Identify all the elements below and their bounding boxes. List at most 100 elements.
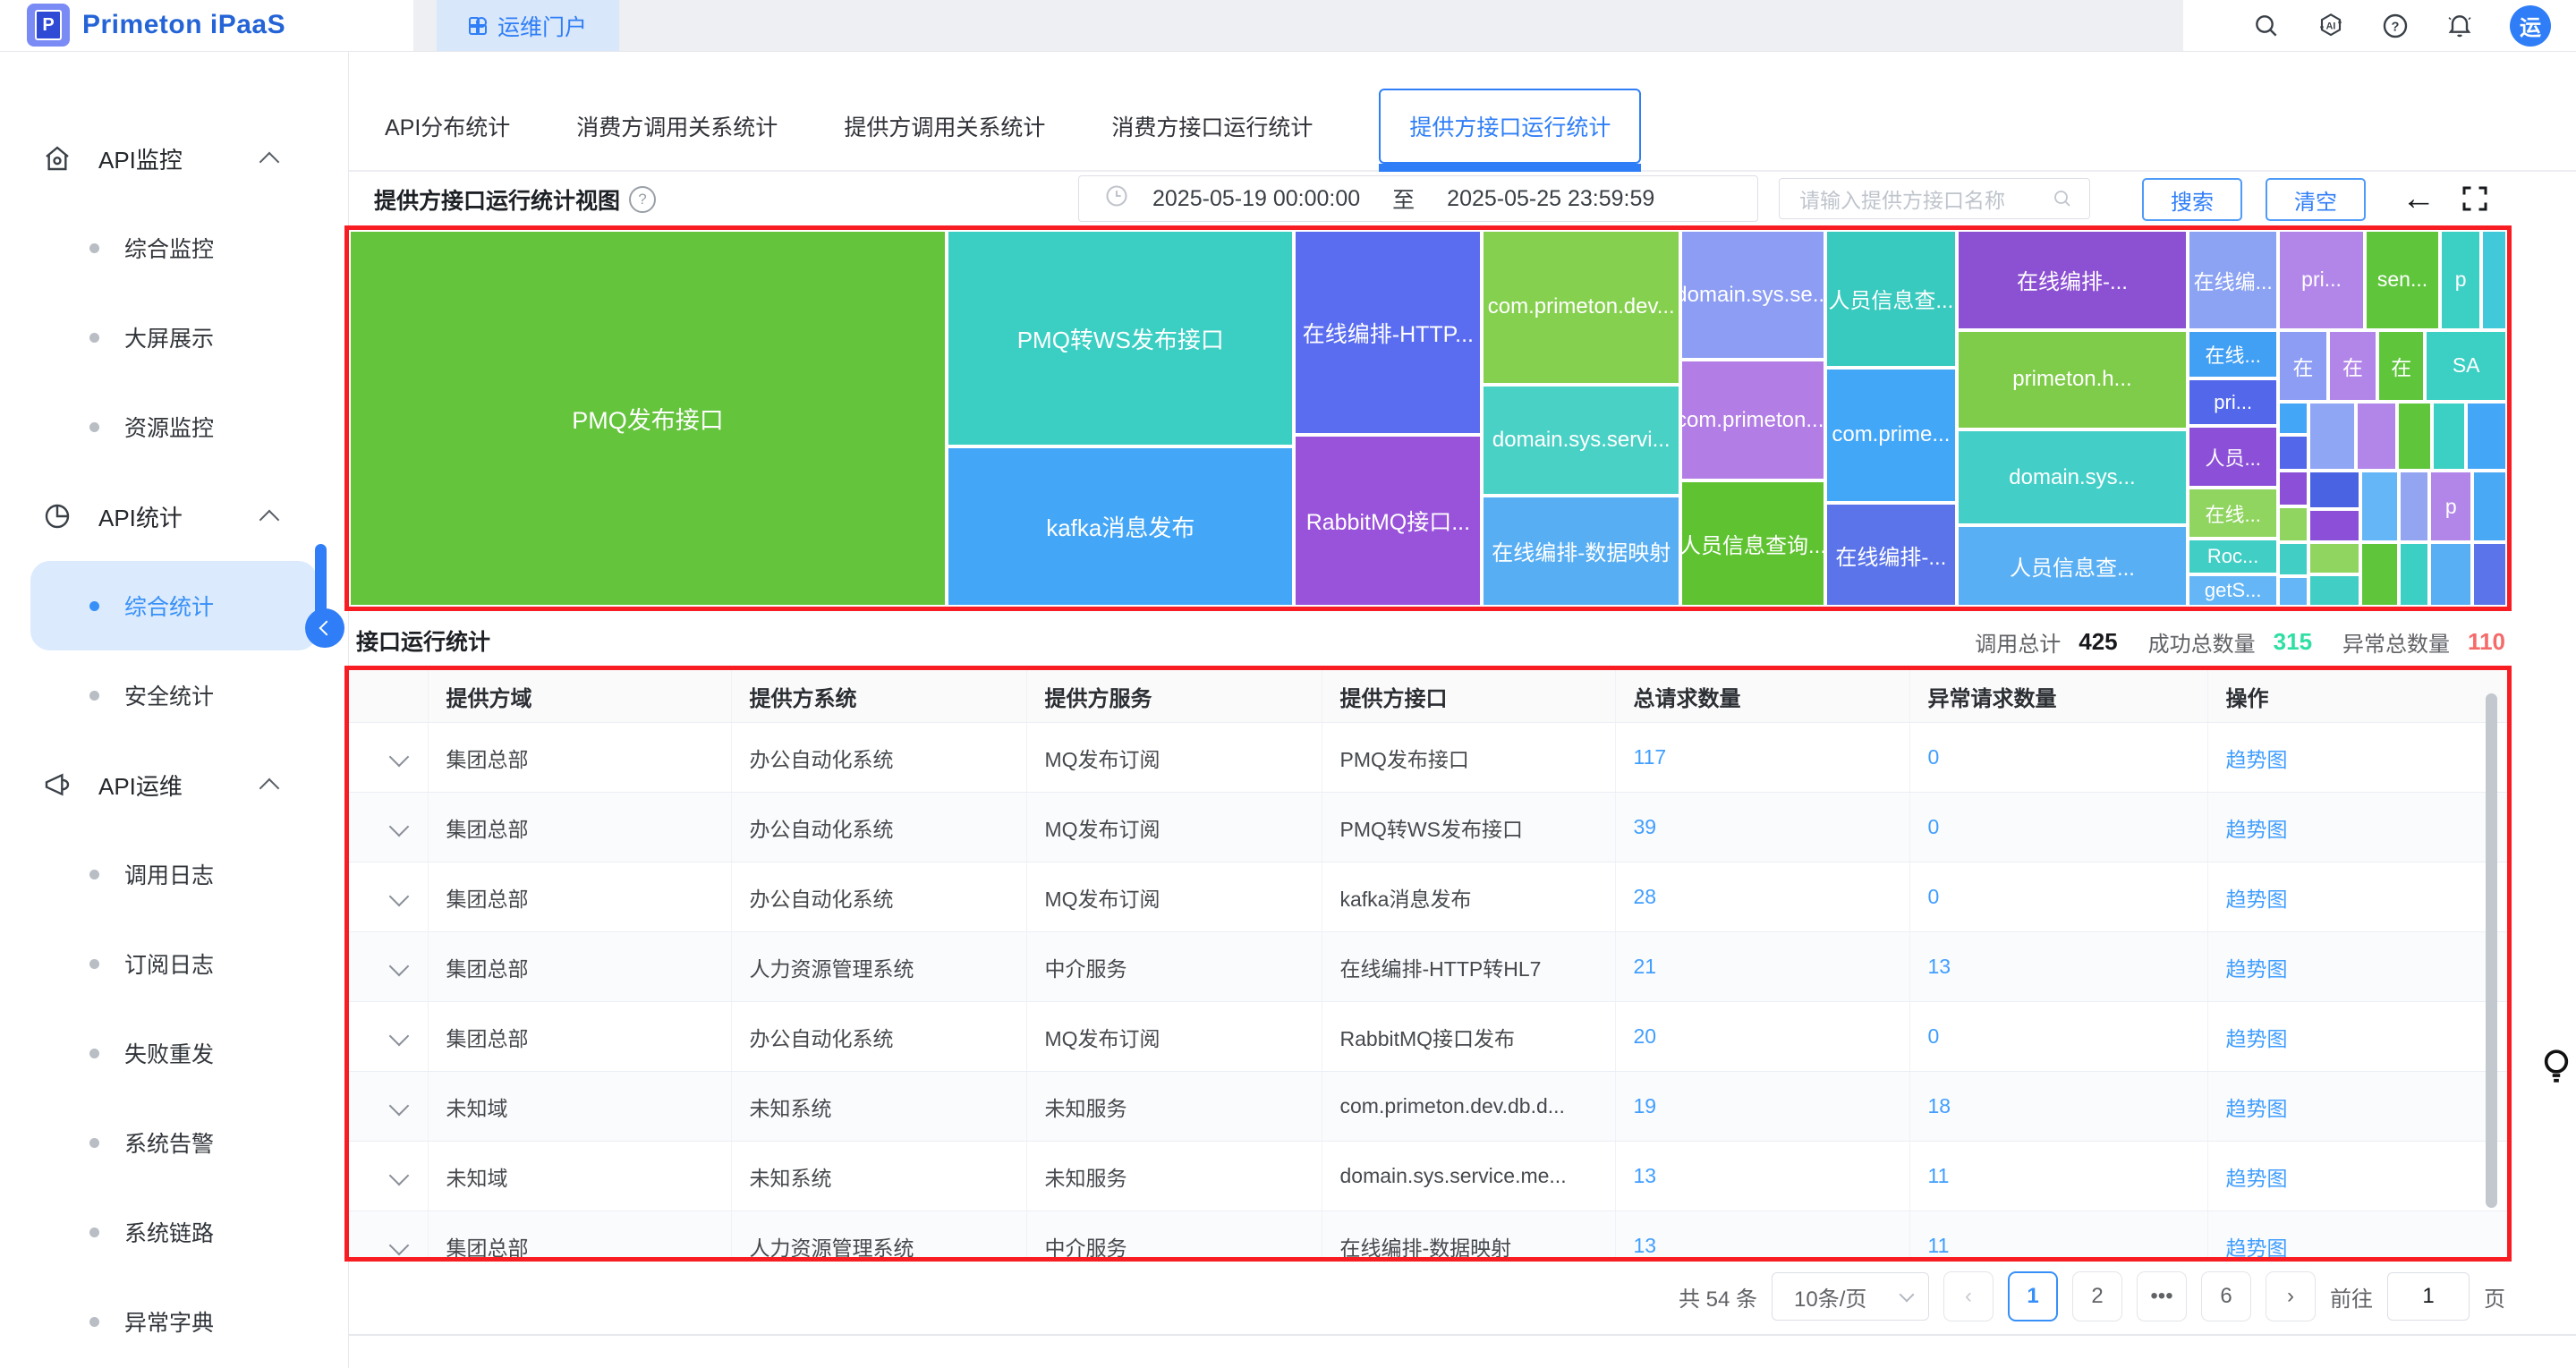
sidebar-item-系统告警[interactable]: 系统告警 <box>30 1098 318 1187</box>
cell-total-requests[interactable]: 13 <box>1615 1211 1909 1262</box>
trend-chart-link[interactable]: 趋势图 <box>2226 957 2288 981</box>
search-icon[interactable] <box>2252 12 2281 40</box>
treemap-block[interactable] <box>2399 542 2429 607</box>
trend-chart-link[interactable]: 趋势图 <box>2226 748 2288 771</box>
help-icon[interactable]: ? <box>2381 12 2410 40</box>
treemap-block-人员信息查...[interactable]: 人员信息查... <box>1957 525 2188 607</box>
treemap-block[interactable] <box>2432 402 2467 472</box>
row-expand-icon[interactable] <box>389 1166 410 1186</box>
treemap-block[interactable] <box>2278 435 2308 471</box>
treemap-block-pri...[interactable]: pri... <box>2278 230 2364 330</box>
ai-assistant-icon[interactable]: AI <box>2317 12 2345 40</box>
sidebar-item-订阅日志[interactable]: 订阅日志 <box>30 919 318 1008</box>
treemap-block-com.prime...[interactable]: com.prime... <box>1825 368 1957 504</box>
cell-error-requests[interactable]: 0 <box>1909 862 2207 932</box>
cell-total-requests[interactable]: 20 <box>1615 1002 1909 1072</box>
treemap-block[interactable] <box>2429 542 2472 607</box>
treemap-block-domain.sys.se...[interactable]: domain.sys.se... <box>1680 230 1825 360</box>
sidebar-item-失败重发[interactable]: 失败重发 <box>30 1008 318 1098</box>
treemap-block-在线编排-...[interactable]: 在线编排-... <box>1825 503 1957 607</box>
treemap-block-kafka消息发布[interactable]: kafka消息发布 <box>947 446 1294 607</box>
bell-icon[interactable] <box>2445 12 2474 40</box>
treemap-block[interactable] <box>2397 402 2432 472</box>
sidebar-collapse-handle[interactable] <box>305 608 344 648</box>
treemap-block-domain.sys...[interactable]: domain.sys... <box>1957 429 2188 525</box>
treemap-block[interactable] <box>2360 542 2399 607</box>
trend-chart-link[interactable]: 趋势图 <box>2226 1097 2288 1120</box>
tab-提供方接口运行统计[interactable]: 提供方接口运行统计 <box>1379 89 1641 164</box>
cell-error-requests[interactable]: 0 <box>1909 1002 2207 1072</box>
cell-total-requests[interactable]: 28 <box>1615 862 1909 932</box>
treemap-block-com.primeton.dev...[interactable]: com.primeton.dev... <box>1482 230 1680 385</box>
treemap-block-sen...[interactable]: sen... <box>2365 230 2440 330</box>
sidebar-item-大屏展示[interactable]: 大屏展示 <box>30 293 318 382</box>
cell-total-requests[interactable]: 39 <box>1615 793 1909 862</box>
prev-page-button[interactable]: ‹ <box>1943 1271 1994 1321</box>
treemap-block-在线编...[interactable]: 在线编... <box>2188 230 2278 330</box>
lightbulb-icon[interactable] <box>2541 1047 2572 1092</box>
tab-提供方调用关系统计[interactable]: 提供方调用关系统计 <box>844 90 1045 162</box>
cell-error-requests[interactable]: 11 <box>1909 1142 2207 1211</box>
row-expand-icon[interactable] <box>389 817 410 837</box>
treemap-block[interactable] <box>2278 506 2308 542</box>
treemap-block-domain.sys.servi...[interactable]: domain.sys.servi... <box>1482 385 1680 496</box>
treemap-block-pri...[interactable]: pri... <box>2188 378 2278 426</box>
cell-error-requests[interactable]: 11 <box>1909 1211 2207 1262</box>
treemap-block-p[interactable]: p <box>2429 471 2472 542</box>
page-button-2[interactable]: 2 <box>2072 1271 2122 1321</box>
help-circle-icon[interactable]: ? <box>629 186 656 213</box>
treemap-block[interactable] <box>2308 471 2360 508</box>
date-start-value[interactable]: 2025-05-19 00:00:00 <box>1152 186 1360 212</box>
treemap-block-人员...[interactable]: 人员... <box>2188 426 2278 488</box>
date-range-picker[interactable]: 2025-05-19 00:00:00 至 2025-05-25 23:59:5… <box>1078 175 1758 222</box>
treemap-block-人员信息查询...[interactable]: 人员信息查询... <box>1680 480 1825 607</box>
treemap-block-SA[interactable]: SA <box>2425 330 2507 402</box>
treemap-block-PMQ发布接口[interactable]: PMQ发布接口 <box>349 230 947 607</box>
treemap-block[interactable] <box>2472 471 2507 542</box>
treemap-block[interactable] <box>2278 542 2308 576</box>
cell-error-requests[interactable]: 0 <box>1909 723 2207 793</box>
cell-total-requests[interactable]: 21 <box>1615 932 1909 1002</box>
treemap-block[interactable] <box>2481 230 2507 330</box>
treemap-block-在[interactable]: 在 <box>2278 330 2327 402</box>
treemap-block[interactable] <box>2356 402 2397 472</box>
treemap-block-在线编排-...[interactable]: 在线编排-... <box>1957 230 2188 330</box>
cell-error-requests[interactable]: 0 <box>1909 793 2207 862</box>
treemap-block[interactable] <box>2278 402 2308 436</box>
sidebar-section-API监控[interactable]: API监控 <box>0 114 348 203</box>
tab-API分布统计[interactable]: API分布统计 <box>385 90 510 162</box>
goto-page-input[interactable]: 1 <box>2387 1272 2470 1321</box>
clear-button[interactable]: 清空 <box>2266 178 2366 221</box>
next-page-button[interactable]: › <box>2266 1271 2316 1321</box>
treemap-block[interactable] <box>2399 471 2429 542</box>
trend-chart-link[interactable]: 趋势图 <box>2226 888 2288 911</box>
treemap-block[interactable] <box>2308 509 2360 543</box>
row-expand-icon[interactable] <box>389 887 410 907</box>
sidebar-item-综合监控[interactable]: 综合监控 <box>30 203 318 293</box>
fullscreen-icon[interactable] <box>2459 183 2491 215</box>
row-expand-icon[interactable] <box>389 1096 410 1117</box>
treemap-block-在线...[interactable]: 在线... <box>2188 330 2278 379</box>
sidebar-item-系统链路[interactable]: 系统链路 <box>30 1187 318 1277</box>
trend-chart-link[interactable]: 趋势图 <box>2226 1167 2288 1190</box>
treemap-block-在线...[interactable]: 在线... <box>2188 488 2278 539</box>
page-button-6[interactable]: 6 <box>2201 1271 2251 1321</box>
treemap-block-getS...[interactable]: getS... <box>2188 574 2278 607</box>
treemap-block-primeton.h...[interactable]: primeton.h... <box>1957 330 2188 430</box>
treemap-block-在[interactable]: 在 <box>2377 330 2425 402</box>
treemap-block[interactable] <box>2360 471 2399 542</box>
sidebar-item-调用日志[interactable]: 调用日志 <box>30 829 318 919</box>
treemap-block-PMQ转WS发布接口[interactable]: PMQ转WS发布接口 <box>947 230 1294 446</box>
treemap-block[interactable] <box>2278 576 2308 607</box>
sidebar-item-资源监控[interactable]: 资源监控 <box>30 382 318 472</box>
treemap-block-在[interactable]: 在 <box>2328 330 2377 402</box>
page-button-1[interactable]: 1 <box>2008 1271 2058 1321</box>
row-expand-icon[interactable] <box>389 1236 410 1256</box>
trend-chart-link[interactable]: 趋势图 <box>2226 818 2288 841</box>
row-expand-icon[interactable] <box>389 747 410 768</box>
treemap-block-p[interactable]: p <box>2440 230 2481 330</box>
sidebar-section-API运维[interactable]: API运维 <box>0 740 348 829</box>
sidebar-item-综合统计[interactable]: 综合统计 <box>30 561 318 650</box>
user-avatar[interactable]: 运 <box>2510 5 2551 47</box>
page-ellipsis[interactable]: ••• <box>2137 1271 2187 1321</box>
